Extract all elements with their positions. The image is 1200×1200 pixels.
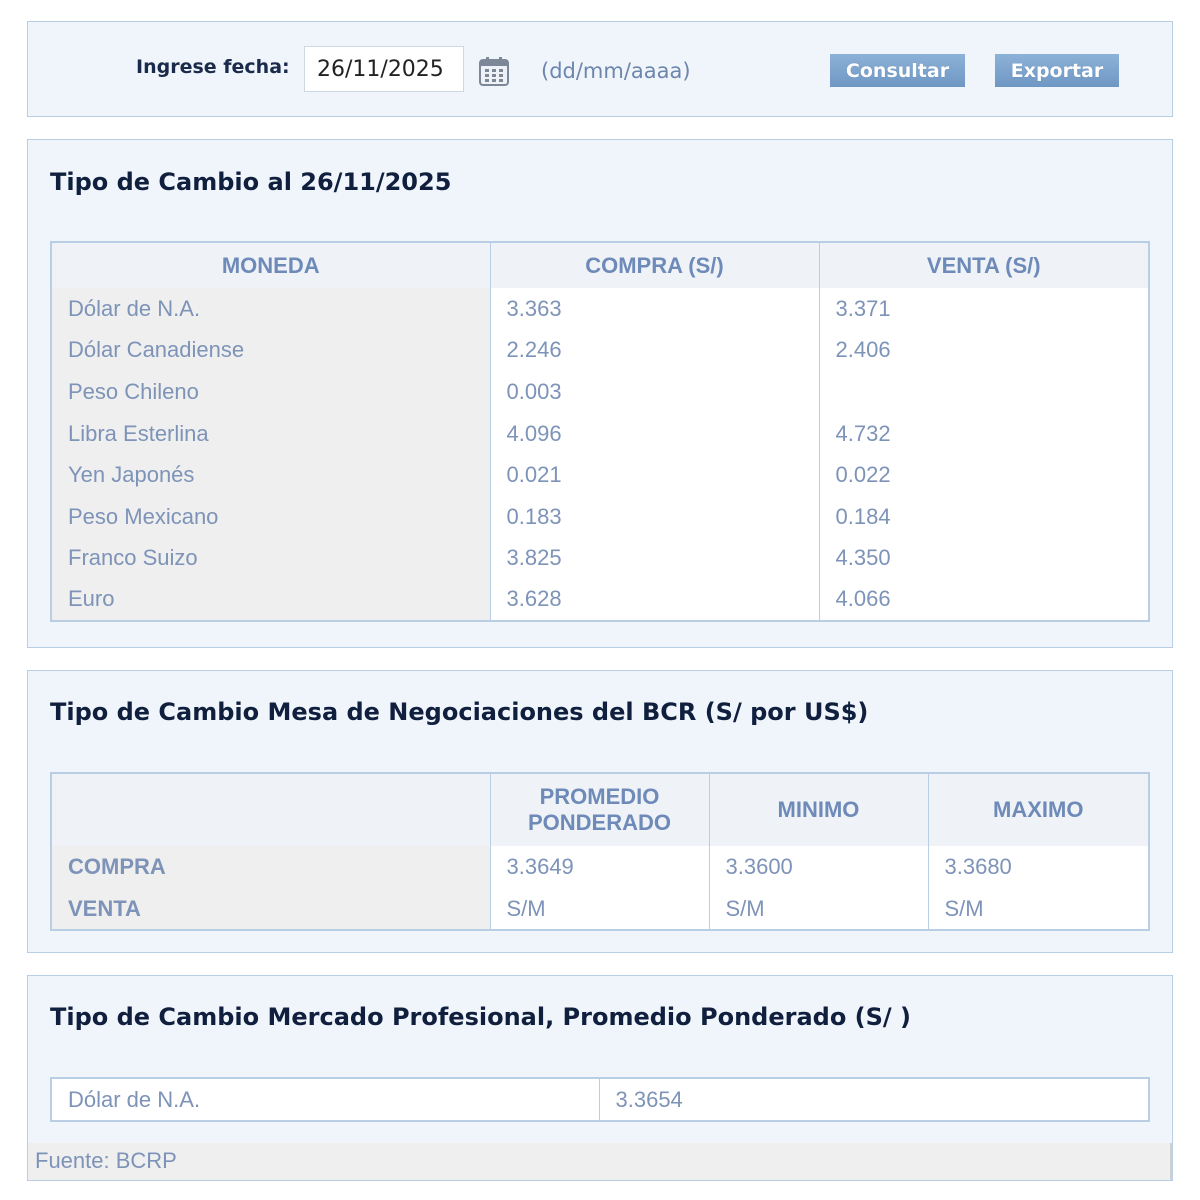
compra-value: 0.183 <box>490 495 820 538</box>
calendar-icon[interactable] <box>478 56 510 86</box>
date-search-panel: Ingrese fecha: (dd/mm/aaaa) Consultar Ex… <box>27 21 1173 117</box>
currency-name: Libra Esterlina <box>51 412 491 455</box>
currency-name: Dólar de N.A. <box>51 288 491 330</box>
table-row: Peso Chileno 0.003 <box>51 371 1149 413</box>
minimo-value: 3.3600 <box>709 846 929 888</box>
currency-name: Peso Mexicano <box>51 495 491 538</box>
currency-name: Dólar de N.A. <box>51 1078 600 1121</box>
table-header-row: MONEDA COMPRA (S/) VENTA (S/) <box>51 242 1149 288</box>
date-format-hint: (dd/mm/aaaa) <box>541 59 691 83</box>
currency-name: Dólar Canadiense <box>51 329 491 372</box>
venta-value: 0.022 <box>835 462 891 488</box>
currency-name: Franco Suizo <box>51 537 491 580</box>
column-header-promedio-ponderado: PROMEDIO PONDERADO <box>490 773 710 846</box>
currency-name: Peso Chileno <box>51 371 491 413</box>
compra-value: 4.096 <box>490 412 820 455</box>
promedio-value: S/M <box>490 888 710 930</box>
source-footer: Fuente: BCRP <box>28 1143 1172 1180</box>
promedio-value: 3.3654 <box>615 1086 683 1112</box>
mercado-profesional-panel: Tipo de Cambio Mercado Profesional, Prom… <box>27 975 1173 1181</box>
table-row: COMPRA 3.3649 3.3600 3.3680 <box>51 846 1149 888</box>
compra-value: 2.246 <box>490 329 820 372</box>
venta-value: 0.184 <box>835 503 891 529</box>
table-row: Euro 3.628 4.066 <box>51 579 1149 621</box>
consultar-button[interactable]: Consultar <box>830 54 965 87</box>
mercado-profesional-title: Tipo de Cambio Mercado Profesional, Prom… <box>50 1003 912 1031</box>
column-header-maximo: MAXIMO <box>928 773 1149 846</box>
column-header-venta: VENTA (S/) <box>819 242 1149 288</box>
operation-label: VENTA <box>51 888 491 930</box>
minimo-value: S/M <box>709 888 929 930</box>
mesa-bcr-title: Tipo de Cambio Mesa de Negociaciones del… <box>50 698 869 726</box>
date-label: Ingrese fecha: <box>136 56 290 78</box>
compra-value: 3.363 <box>490 288 820 330</box>
currency-name: Yen Japonés <box>51 454 491 496</box>
currency-name: Euro <box>51 579 491 621</box>
promedio-value: 3.3649 <box>490 846 710 888</box>
table-row: Franco Suizo 3.825 4.350 <box>51 537 1149 580</box>
operation-label: COMPRA <box>51 846 491 888</box>
table-row: VENTA S/M S/M S/M <box>51 888 1149 930</box>
venta-value: 4.066 <box>835 586 891 612</box>
table-header-row: PROMEDIO PONDERADO MINIMO MAXIMO <box>51 773 1149 846</box>
table-row: Libra Esterlina 4.096 4.732 <box>51 412 1149 455</box>
mercado-profesional-table: Dólar de N.A. 3.3654 <box>50 1077 1150 1122</box>
column-header-minimo: MINIMO <box>709 773 929 846</box>
tipo-cambio-panel: Tipo de Cambio al 26/11/2025 MONEDA COMP… <box>27 139 1173 648</box>
compra-value: 3.628 <box>490 579 820 621</box>
tipo-cambio-title: Tipo de Cambio al 26/11/2025 <box>50 168 452 196</box>
compra-value: 3.825 <box>490 537 820 580</box>
table-row: Dólar de N.A. 3.3654 <box>51 1078 1149 1121</box>
tipo-cambio-table: MONEDA COMPRA (S/) VENTA (S/) Dólar de N… <box>50 241 1150 622</box>
venta-value: 3.371 <box>835 295 891 321</box>
venta-value: 4.732 <box>835 420 891 446</box>
maximo-value: 3.3680 <box>944 854 1012 879</box>
exportar-button[interactable]: Exportar <box>995 54 1119 87</box>
column-header-compra: COMPRA (S/) <box>490 242 820 288</box>
venta-value: 4.350 <box>835 545 891 571</box>
compra-value: 0.021 <box>490 454 820 496</box>
date-input[interactable] <box>304 46 464 92</box>
venta-value: 2.406 <box>835 337 891 363</box>
table-row: Dólar de N.A. 3.363 3.371 <box>51 288 1149 330</box>
mesa-bcr-table: PROMEDIO PONDERADO MINIMO MAXIMO COMPRA … <box>50 772 1150 931</box>
venta-value <box>819 371 1149 413</box>
column-header-blank <box>51 773 491 846</box>
maximo-value: S/M <box>944 895 984 921</box>
table-row: Peso Mexicano 0.183 0.184 <box>51 495 1149 538</box>
table-row: Dólar Canadiense 2.246 2.406 <box>51 329 1149 372</box>
mesa-bcr-panel: Tipo de Cambio Mesa de Negociaciones del… <box>27 670 1173 953</box>
compra-value: 0.003 <box>490 371 820 413</box>
table-row: Yen Japonés 0.021 0.022 <box>51 454 1149 496</box>
column-header-moneda: MONEDA <box>51 242 491 288</box>
